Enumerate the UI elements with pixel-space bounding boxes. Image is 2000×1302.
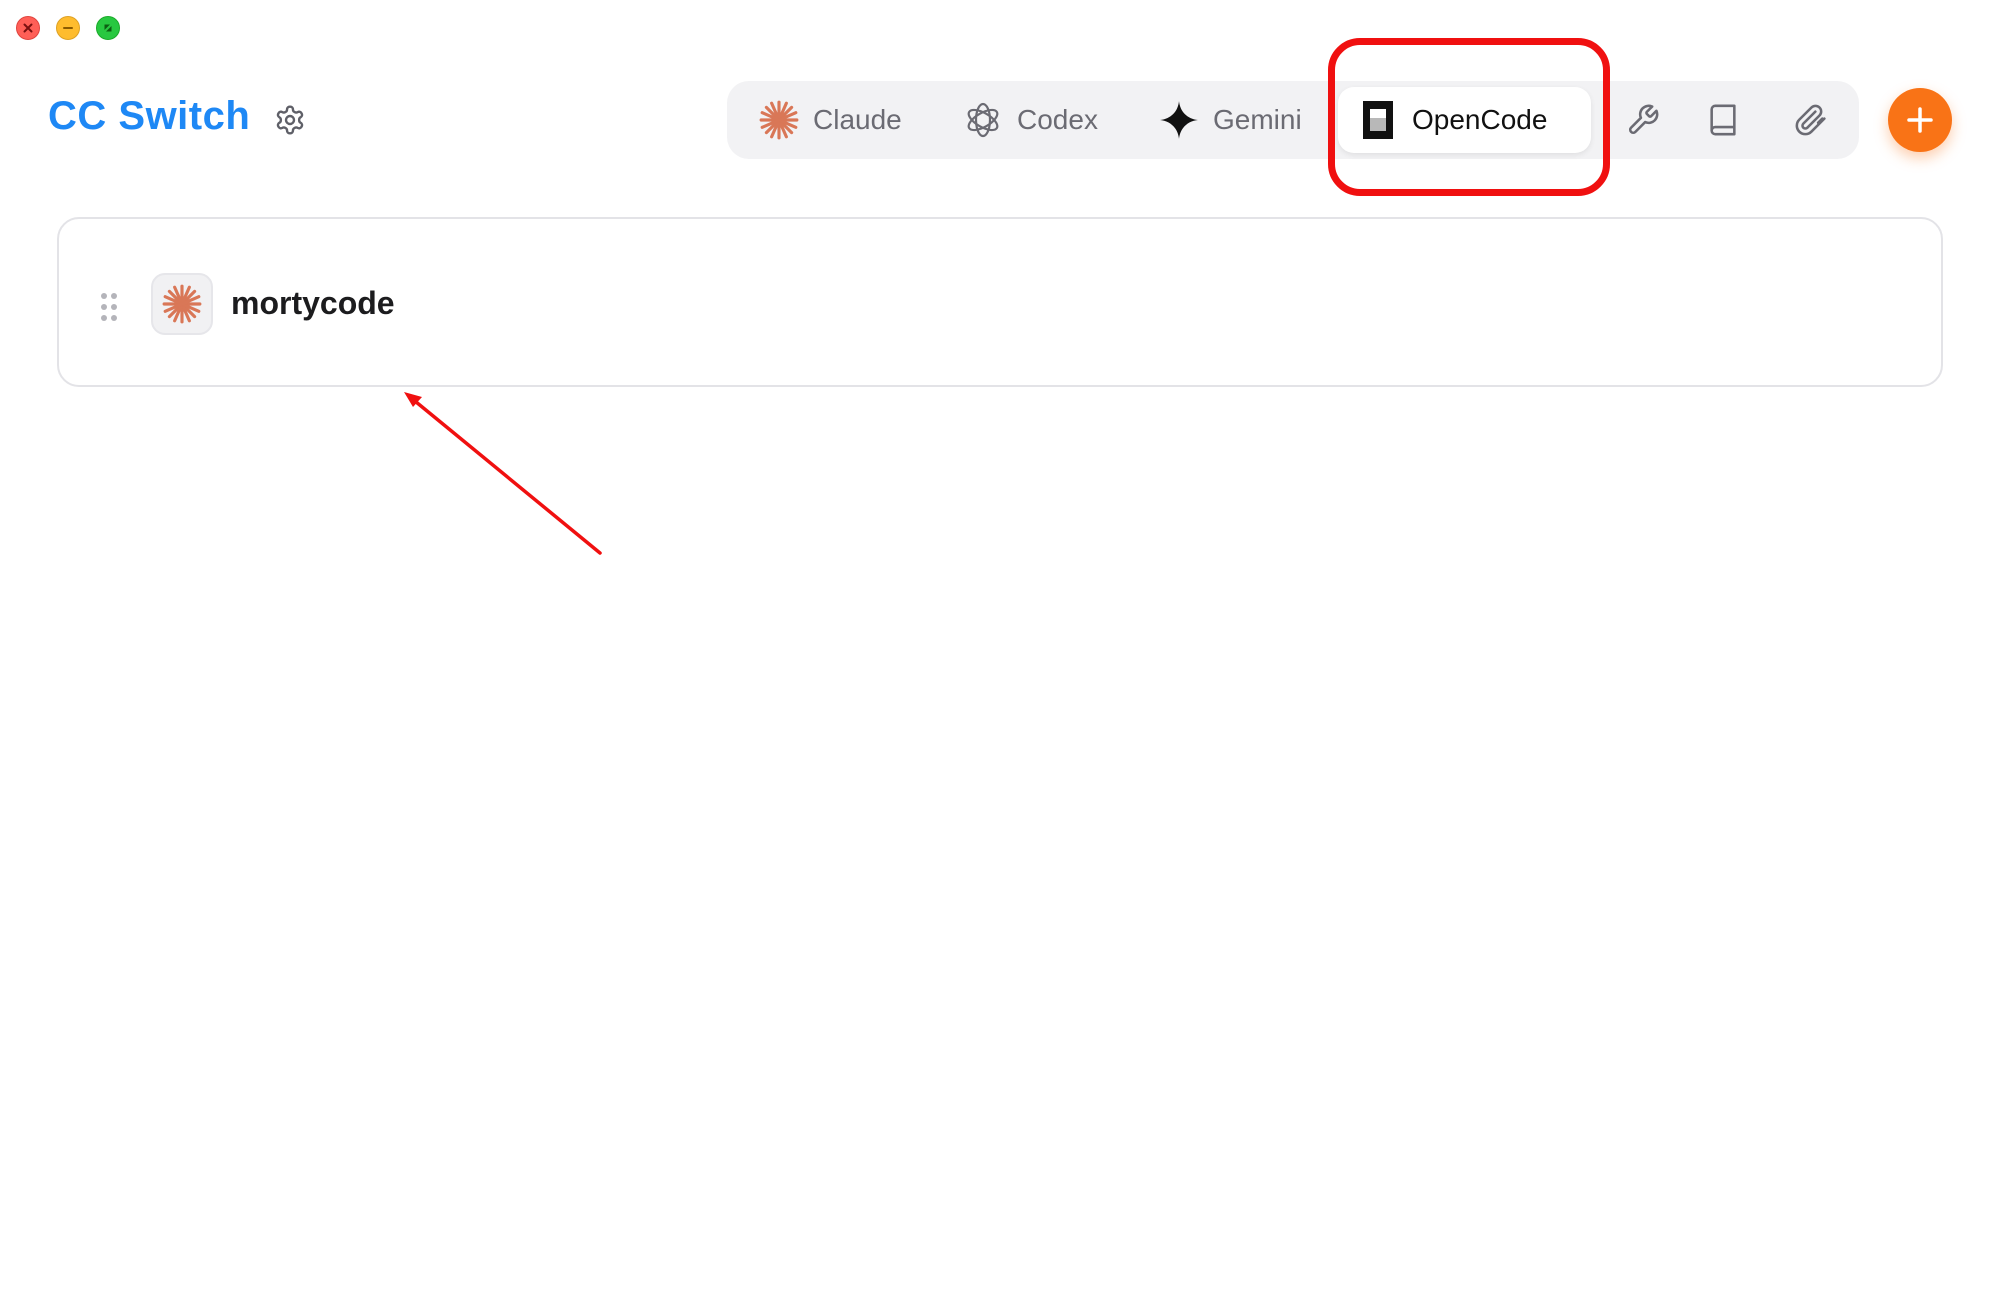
minimize-icon: [63, 27, 73, 29]
window-minimize-button[interactable]: [56, 16, 80, 40]
docs-button[interactable]: [1701, 98, 1745, 142]
annotation-arrow: [404, 392, 602, 555]
annotation-highlight-box: [1328, 38, 1610, 196]
close-icon: [23, 23, 33, 33]
claude-asterisk-icon: [757, 98, 801, 142]
gear-icon: [276, 105, 304, 135]
tab-claude[interactable]: Claude: [757, 81, 902, 159]
provider-name: mortycode: [231, 285, 395, 321]
provider-avatar: [151, 273, 213, 335]
book-icon: [1710, 104, 1736, 136]
plus-icon: [1907, 107, 1933, 133]
tab-codex-label: Codex: [1017, 104, 1098, 135]
attachments-button[interactable]: [1789, 98, 1833, 142]
window-zoom-button[interactable]: [96, 16, 120, 40]
settings-button[interactable]: [272, 102, 308, 138]
tab-gemini-label: Gemini: [1213, 104, 1302, 135]
add-provider-button[interactable]: [1888, 88, 1952, 152]
paperclip-icon: [1795, 104, 1826, 136]
app-window: CC Switch Claude Codex Gemini OpenCode m…: [0, 0, 2000, 1302]
tab-gemini[interactable]: Gemini: [1157, 81, 1302, 159]
provider-card[interactable]: mortycode: [57, 217, 1943, 387]
app-title: CC Switch: [48, 94, 251, 138]
app-tab-bar: Claude Codex Gemini OpenCode: [727, 81, 1859, 159]
zoom-icon: [104, 24, 112, 32]
openai-knot-icon: [961, 98, 1005, 142]
gemini-sparkle-icon: [1157, 98, 1201, 142]
window-close-button[interactable]: [16, 16, 40, 40]
claude-asterisk-icon: [162, 284, 202, 324]
tab-claude-label: Claude: [813, 104, 902, 135]
tools-button[interactable]: [1621, 98, 1665, 142]
wrench-icon: [1629, 104, 1659, 134]
tab-codex[interactable]: Codex: [961, 81, 1098, 159]
drag-handle-icon[interactable]: [99, 291, 119, 323]
